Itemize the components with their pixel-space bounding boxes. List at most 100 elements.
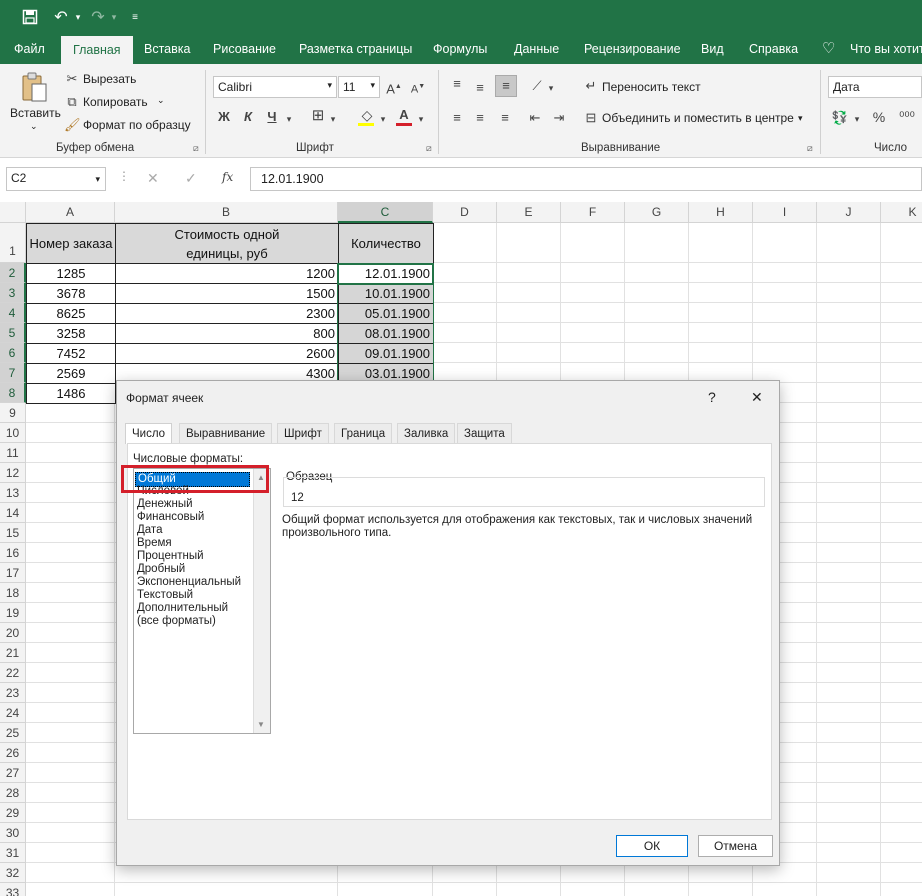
list-scrollbar[interactable]: ▲ ▼ — [253, 469, 270, 733]
cell[interactable] — [881, 623, 922, 643]
select-all-corner[interactable] — [0, 202, 26, 223]
table-cell-order[interactable]: 1285 — [26, 263, 116, 284]
tab-review[interactable]: Рецензирование — [584, 34, 681, 64]
row-header[interactable]: 30 — [0, 823, 26, 843]
cell[interactable] — [689, 263, 753, 283]
cell[interactable] — [817, 323, 881, 343]
merge-dropdown-icon[interactable]: ▾ — [798, 113, 803, 124]
row-header[interactable]: 4 — [0, 303, 26, 323]
top-align-icon[interactable]: ≡ — [449, 76, 465, 92]
cell[interactable] — [817, 283, 881, 303]
cell[interactable] — [881, 603, 922, 623]
cell[interactable] — [881, 223, 922, 263]
underline-dropdown-icon[interactable]: ▾ — [284, 111, 294, 127]
column-header[interactable]: G — [625, 202, 689, 223]
cell[interactable] — [561, 343, 625, 363]
cell[interactable] — [817, 663, 881, 683]
cell[interactable] — [625, 343, 689, 363]
undo-dropdown-icon[interactable]: ▾ — [72, 0, 84, 34]
row-header[interactable]: 5 — [0, 323, 26, 343]
cell[interactable] — [817, 583, 881, 603]
cell[interactable] — [881, 783, 922, 803]
cell[interactable] — [497, 883, 561, 896]
cell[interactable] — [881, 423, 922, 443]
column-header[interactable]: B — [115, 202, 338, 223]
cell[interactable] — [26, 723, 115, 743]
cell[interactable] — [881, 343, 922, 363]
tab-formulas[interactable]: Формулы — [433, 34, 487, 64]
table-cell-order[interactable]: 3258 — [26, 323, 116, 344]
font-color-dropdown-icon[interactable]: ▾ — [416, 111, 426, 127]
cell[interactable] — [689, 343, 753, 363]
align-right-icon[interactable]: ≡ — [497, 110, 513, 126]
cell[interactable] — [26, 823, 115, 843]
row-header[interactable]: 29 — [0, 803, 26, 823]
cell[interactable] — [881, 263, 922, 283]
header-cell-order-number[interactable]: Номер заказа — [26, 223, 116, 264]
copy-button[interactable]: Копировать — [83, 95, 148, 109]
cell[interactable] — [817, 523, 881, 543]
cell[interactable] — [881, 543, 922, 563]
cell[interactable] — [881, 723, 922, 743]
scroll-down-icon[interactable]: ▼ — [257, 720, 265, 729]
increase-indent-icon[interactable]: ⇥ — [551, 110, 567, 126]
cell[interactable] — [26, 463, 115, 483]
row-header[interactable]: 24 — [0, 703, 26, 723]
row-header[interactable]: 3 — [0, 283, 26, 303]
cell[interactable] — [26, 863, 115, 883]
font-name-field[interactable]: Calibri ▾ — [213, 76, 337, 98]
table-cell-order[interactable]: 2569 — [26, 363, 116, 384]
tab-draw[interactable]: Рисование — [213, 34, 276, 64]
tab-data[interactable]: Данные — [514, 34, 559, 64]
format-item[interactable]: Дата — [137, 524, 162, 537]
cell[interactable] — [689, 303, 753, 323]
cell[interactable] — [497, 863, 561, 883]
cell[interactable] — [881, 383, 922, 403]
comma-style-icon[interactable]: ⁰⁰⁰ — [897, 109, 917, 125]
cell[interactable] — [881, 363, 922, 383]
cell[interactable] — [625, 263, 689, 283]
fill-color-dropdown-icon[interactable]: ▾ — [378, 111, 388, 127]
orientation-dropdown-icon[interactable]: ▾ — [546, 80, 556, 96]
row-header[interactable]: 9 — [0, 403, 26, 423]
undo-icon[interactable]: ↶ — [50, 0, 72, 34]
table-cell-cost[interactable]: 1200 — [115, 263, 339, 284]
cell[interactable] — [817, 703, 881, 723]
row-header[interactable]: 23 — [0, 683, 26, 703]
format-item[interactable]: Дробный — [137, 563, 185, 576]
cell[interactable] — [753, 263, 817, 283]
row-header[interactable]: 20 — [0, 623, 26, 643]
row-header[interactable]: 8 — [0, 383, 26, 403]
tab-page-layout[interactable]: Разметка страницы — [299, 34, 412, 64]
wrap-text-icon[interactable]: ↵ — [583, 78, 599, 94]
enter-icon[interactable]: ✓ — [185, 170, 197, 187]
row-header[interactable]: 2 — [0, 263, 26, 283]
cell[interactable] — [689, 283, 753, 303]
cell[interactable] — [817, 863, 881, 883]
cell[interactable] — [881, 763, 922, 783]
cell[interactable] — [115, 883, 338, 896]
paste-icon[interactable] — [20, 72, 50, 106]
cell[interactable] — [625, 883, 689, 896]
row-header[interactable]: 22 — [0, 663, 26, 683]
cell[interactable] — [561, 863, 625, 883]
cell[interactable] — [26, 523, 115, 543]
help-button[interactable]: ? — [708, 389, 716, 405]
cell[interactable] — [433, 263, 497, 283]
bold-button[interactable]: Ж — [216, 109, 232, 125]
wrap-text-button[interactable]: Переносить текст — [602, 80, 701, 94]
format-item[interactable]: (все форматы) — [137, 615, 216, 628]
alignment-launcher-icon[interactable]: ⧄ — [807, 143, 813, 154]
row-header[interactable]: 6 — [0, 343, 26, 363]
cell[interactable] — [26, 663, 115, 683]
cell[interactable] — [625, 323, 689, 343]
font-launcher-icon[interactable]: ⧄ — [426, 143, 432, 154]
cell[interactable] — [817, 403, 881, 423]
redo-icon[interactable]: ↷ — [88, 0, 108, 34]
cell[interactable] — [497, 303, 561, 323]
row-header[interactable]: 13 — [0, 483, 26, 503]
merge-center-button[interactable]: Объединить и поместить в центре — [602, 111, 794, 125]
cell[interactable] — [817, 483, 881, 503]
cell[interactable] — [881, 583, 922, 603]
cut-icon[interactable]: ✂ — [64, 71, 80, 87]
